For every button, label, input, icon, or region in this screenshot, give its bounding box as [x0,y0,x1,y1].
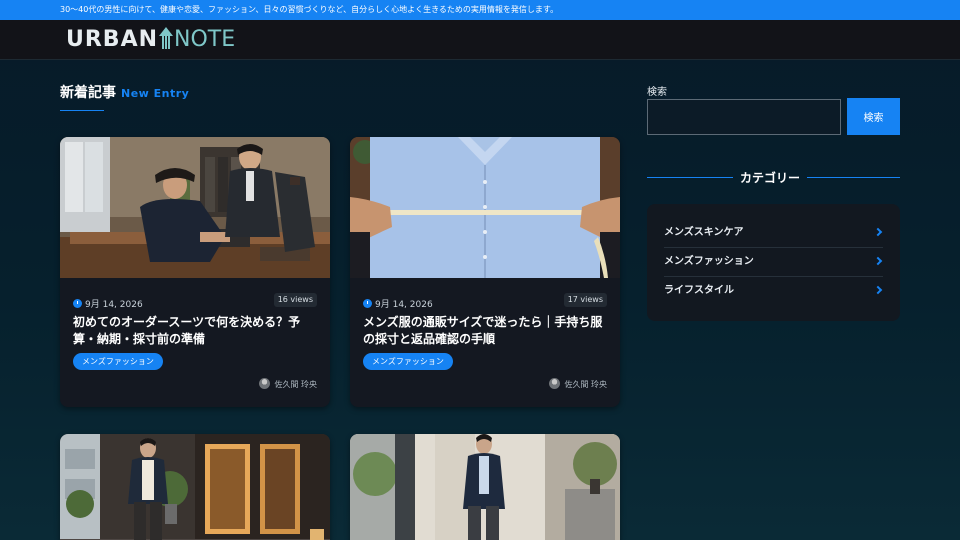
shirt-measuring-photo [350,137,620,278]
avatar [259,378,271,389]
category-heading-text: カテゴリー [740,171,801,185]
article-thumbnail[interactable] [350,434,620,540]
category-item-mens-skincare[interactable]: メンズスキンケア [664,219,883,248]
search-label: 検索 [647,87,667,98]
divider [647,177,733,178]
logo-text-note: NOTE [174,27,236,52]
article-card-body: 9月 14, 2026 17 views メンズ服の通販サイズで迷ったら｜手持ち… [350,278,620,407]
top-announcement-bar: 30〜40代の男性に向けて、健康や恋愛、ファッション、日々の習慣づくりなど、自分… [0,0,960,20]
site-tagline: 30〜40代の男性に向けて、健康や恋愛、ファッション、日々の習慣づくりなど、自分… [60,5,559,14]
article-meta: 9月 14, 2026 17 views [363,292,607,310]
street-night-photo [60,434,330,540]
category-tag[interactable]: メンズファッション [363,353,453,370]
category-list: メンズスキンケア メンズファッション ライフスタイル [647,204,900,321]
divider [807,177,900,178]
search-input[interactable] [647,99,841,135]
article-thumbnail[interactable] [60,137,330,278]
chevron-right-icon [873,256,883,266]
site-logo[interactable]: URBAN NOTE [66,27,235,52]
article-card-body: 9月 14, 2026 16 views 初めてのオーダースーツで何を決める？予… [60,278,330,407]
article-title[interactable]: メンズ服の通販サイズで迷ったら｜手持ち服の採寸と返品確認の手順 [363,314,607,348]
site-header: URBAN NOTE [0,20,960,60]
article-card[interactable]: 9月 14, 2026 17 views メンズ服の通販サイズで迷ったら｜手持ち… [350,137,620,407]
article-date: 9月 14, 2026 [363,299,433,310]
search-button[interactable]: 検索 [847,98,900,135]
category-heading: カテゴリー [647,168,900,188]
category-item-mens-fashion[interactable]: メンズファッション [664,248,883,277]
author-name: 佐久間 玲央 [274,380,317,389]
logo-text-urban: URBAN [66,27,159,52]
category-item-label: メンズスキンケア [664,227,744,238]
section-heading: 新着記事 New Entry [60,82,189,102]
article-author: 佐久間 玲央 [549,378,607,390]
article-card[interactable]: 9月 14, 2026 16 views 初めてのオーダースーツで何を決める？予… [60,137,330,407]
article-date: 9月 14, 2026 [73,299,143,310]
clock-icon [73,299,82,308]
office-lobby-photo [350,434,620,540]
chevron-right-icon [873,227,883,237]
article-meta: 9月 14, 2026 16 views [73,292,317,310]
section-underline [60,110,104,111]
article-thumbnail[interactable] [60,434,330,540]
author-name: 佐久間 玲央 [564,380,607,389]
view-count-badge: 17 views [563,293,607,307]
article-title[interactable]: 初めてのオーダースーツで何を決める？予算・納期・採寸前の準備 [73,314,317,348]
avatar [549,378,561,389]
tailor-suit-photo [60,137,330,278]
chevron-right-icon [873,285,883,295]
section-title-jp: 新着記事 [60,85,116,101]
article-author: 佐久間 玲央 [259,378,317,390]
article-date-text: 9月 14, 2026 [375,300,433,310]
category-item-label: ライフスタイル [664,285,734,296]
article-date-text: 9月 14, 2026 [85,300,143,310]
upward-arrow-icon [159,27,174,49]
article-card[interactable] [60,434,330,540]
view-count-badge: 16 views [273,293,317,307]
section-title-en: New Entry [121,87,190,100]
article-thumbnail[interactable] [350,137,620,278]
article-card[interactable] [350,434,620,540]
category-tag[interactable]: メンズファッション [73,353,163,370]
clock-icon [363,299,372,308]
category-item-lifestyle[interactable]: ライフスタイル [664,277,883,306]
category-item-label: メンズファッション [664,256,754,267]
